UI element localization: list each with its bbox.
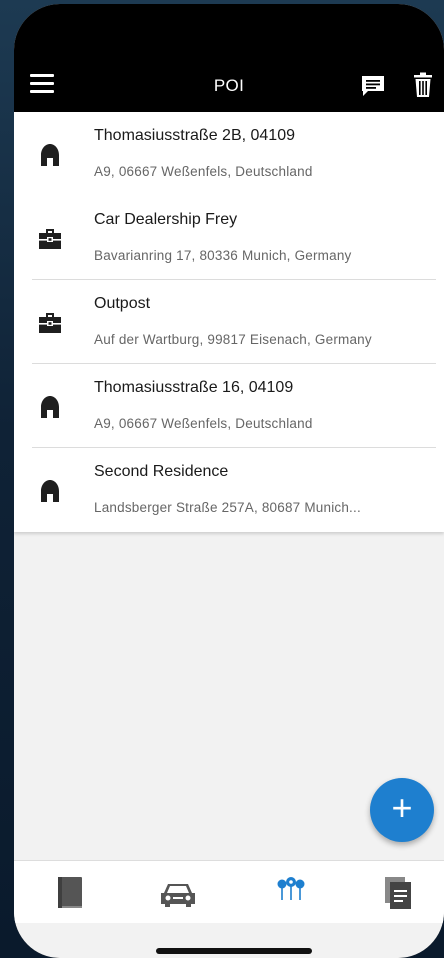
home-icon <box>36 140 64 168</box>
hamburger-menu-icon[interactable] <box>30 74 54 98</box>
tab-vehicle[interactable] <box>158 875 198 911</box>
poi-name: Thomasiusstraße 16, 04109 <box>94 379 294 396</box>
tab-documents[interactable] <box>378 875 418 911</box>
list-item[interactable]: Car Dealership Frey Bavarianring 17, 803… <box>14 196 444 280</box>
poi-name: Second Residence <box>94 463 229 480</box>
home-indicator <box>156 948 312 954</box>
toolbox-icon <box>36 224 64 252</box>
list-item[interactable]: Second Residence Landsberger Straße 257A… <box>14 448 444 532</box>
poi-address: A9, 06667 Weßenfels, Deutschland <box>94 164 313 179</box>
home-icon <box>36 392 64 420</box>
add-poi-button[interactable]: + <box>370 778 434 842</box>
page-title: POI <box>213 76 245 95</box>
tab-logbook[interactable] <box>50 875 90 911</box>
status-bar <box>14 4 444 60</box>
bottom-tab-bar <box>14 860 444 923</box>
list-item[interactable]: Thomasiusstraße 16, 04109 A9, 06667 Weße… <box>14 364 444 448</box>
poi-address: Bavarianring 17, 80336 Munich, Germany <box>94 248 352 263</box>
poi-pins-icon <box>277 877 305 900</box>
poi-address: Auf der Wartburg, 99817 Eisenach, German… <box>94 332 372 347</box>
tab-poi[interactable] <box>271 875 311 911</box>
trash-icon[interactable] <box>412 72 434 98</box>
poi-name: Thomasiusstraße 2B, 04109 <box>94 127 295 144</box>
book-icon <box>58 877 82 908</box>
app-bar: POI <box>14 60 444 112</box>
poi-address: Landsberger Straße 257A, 80687 Munich... <box>94 500 361 515</box>
poi-address: A9, 06667 Weßenfels, Deutschland <box>94 416 313 431</box>
screen: POI Thomasiusstraße 2B, 04109 A9, 06667 … <box>14 4 444 958</box>
documents-icon <box>385 877 411 909</box>
poi-name: Car Dealership Frey <box>94 211 238 228</box>
toolbox-icon <box>36 308 64 336</box>
car-icon <box>161 884 195 907</box>
list-item[interactable]: Thomasiusstraße 2B, 04109 A9, 06667 Weße… <box>14 112 444 196</box>
message-icon[interactable] <box>360 74 386 98</box>
phone-frame: POI Thomasiusstraße 2B, 04109 A9, 06667 … <box>14 4 444 958</box>
list-item[interactable]: Outpost Auf der Wartburg, 99817 Eisenach… <box>14 280 444 364</box>
poi-name: Outpost <box>94 295 151 312</box>
home-icon <box>36 476 64 504</box>
poi-list: Thomasiusstraße 2B, 04109 A9, 06667 Weße… <box>14 112 444 532</box>
